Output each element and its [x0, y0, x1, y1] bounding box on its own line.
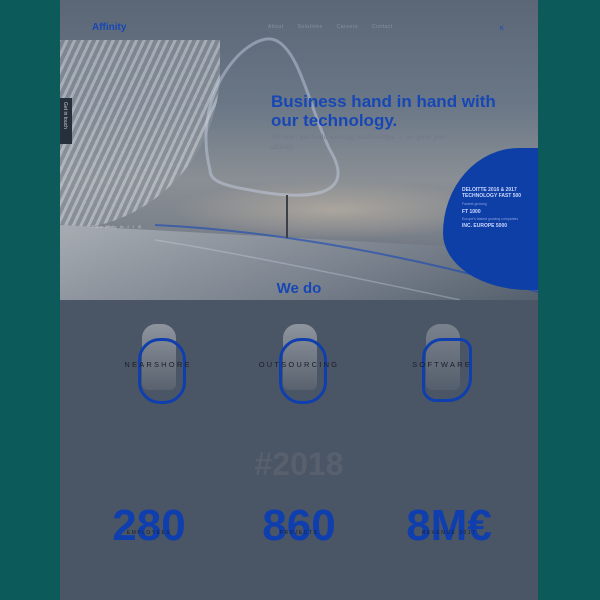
- linkedin-icon[interactable]: in: [120, 224, 123, 229]
- main-nav: About Solutions Careers Contact: [268, 24, 393, 30]
- hero-headline: Business hand in hand with our technolog…: [271, 92, 496, 130]
- nav-item-solutions[interactable]: Solutions: [298, 24, 323, 30]
- service-software[interactable]: SOFTWARE: [382, 320, 502, 402]
- social-bar: Follow Affinity in f t ◎: [92, 224, 141, 229]
- stat-revenue: 8M€ REVENUE 2017: [374, 500, 524, 560]
- facebook-icon[interactable]: f: [128, 224, 129, 229]
- nav-item-careers[interactable]: Careers: [337, 24, 358, 30]
- stat-employees: 280 EMPLOYEES: [74, 500, 224, 560]
- award-title: INC. EUROPE 5000: [462, 223, 508, 229]
- page: DELOITTE 2016 & 2017 TECHNOLOGY FAST 500…: [60, 0, 538, 600]
- award-sub: Europe's fastest growing companies: [462, 217, 519, 221]
- follow-label: Follow Affinity: [92, 224, 117, 229]
- award-title: DELOITTE 2016 & 2017 TECHNOLOGY FAST 500: [462, 187, 522, 199]
- stat-value: 8M€: [406, 501, 492, 550]
- hero-subline: We don't just build working relationship…: [271, 132, 447, 151]
- we-do-title: We do: [276, 280, 322, 297]
- stat-value: 860: [262, 501, 336, 550]
- stat-label: PROJECTS: [279, 530, 319, 536]
- language-switch[interactable]: K: [500, 26, 504, 32]
- stats-year: #2018: [254, 446, 344, 482]
- service-nearshore[interactable]: NEARSHORE: [98, 320, 218, 404]
- instagram-icon[interactable]: ◎: [138, 224, 142, 229]
- loop-graphic: [138, 338, 186, 404]
- service-outsourcing[interactable]: OUTSOURCING: [239, 320, 359, 404]
- service-label: OUTSOURCING: [258, 360, 340, 369]
- stat-label: EMPLOYEES: [126, 530, 172, 536]
- nav-item-about[interactable]: About: [268, 24, 284, 30]
- stat-projects: 860 PROJECTS: [224, 500, 374, 560]
- nav-item-contact[interactable]: Contact: [372, 24, 393, 30]
- award-sub: Fastest growing: [462, 202, 487, 206]
- loop-graphic: [422, 338, 472, 402]
- award-title: FT 1000: [462, 209, 481, 215]
- side-tab-label: Get in touch: [62, 102, 68, 129]
- stat-value: 280: [112, 501, 186, 550]
- hero-section: DELOITTE 2016 & 2017 TECHNOLOGY FAST 500…: [60, 0, 538, 300]
- loop-graphic: [279, 338, 327, 404]
- get-in-touch-tab[interactable]: Get in touch: [60, 98, 72, 144]
- stat-label: REVENUE 2017: [421, 530, 477, 536]
- service-label: SOFTWARE: [412, 360, 472, 369]
- site-logo[interactable]: Affinity: [92, 22, 126, 33]
- service-label: NEARSHORE: [124, 360, 192, 369]
- twitter-icon[interactable]: t: [133, 224, 134, 229]
